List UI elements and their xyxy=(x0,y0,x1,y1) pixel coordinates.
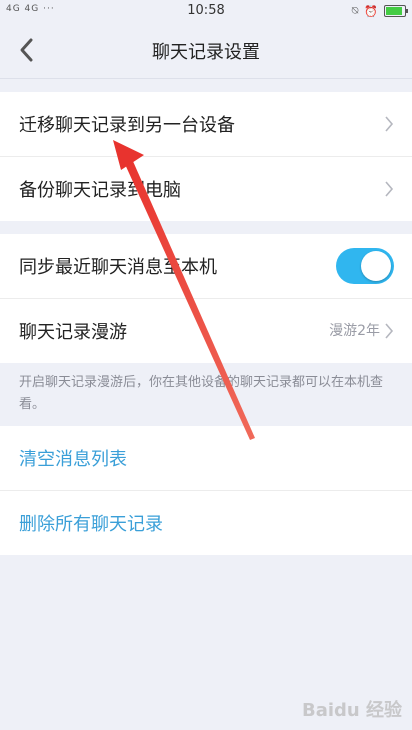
roaming-label: 聊天记录漫游 xyxy=(19,322,127,343)
clear-message-list-item[interactable]: 清空消息列表 xyxy=(0,426,412,491)
page-title: 聊天记录设置 xyxy=(152,42,260,63)
alarm-icon: ⏰ xyxy=(364,4,378,18)
clock: 10:58 xyxy=(187,3,225,18)
battery-icon xyxy=(384,5,408,17)
backup-label: 备份聊天记录到电脑 xyxy=(19,180,181,201)
delete-all-history-item[interactable]: 删除所有聊天记录 xyxy=(0,491,412,555)
toggle-knob xyxy=(361,251,391,281)
sync-recent-messages-item: 同步最近聊天消息至本机 xyxy=(0,234,412,299)
chevron-right-icon xyxy=(385,181,394,197)
clear-label: 清空消息列表 xyxy=(19,449,127,470)
sync-label: 同步最近聊天消息至本机 xyxy=(19,257,217,278)
clear-group: 清空消息列表 删除所有聊天记录 xyxy=(0,426,412,555)
migrate-label: 迁移聊天记录到另一台设备 xyxy=(19,115,235,136)
roaming-description: 开启聊天记录漫游后，你在其他设备的聊天记录都可以在本机查看。 xyxy=(19,375,384,412)
status-bar: 4G 4G ··· 10:58 ⍉ ⏰ xyxy=(0,0,412,22)
migration-group: 迁移聊天记录到另一台设备 备份聊天记录到电脑 xyxy=(0,92,412,221)
chevron-right-icon xyxy=(385,323,394,339)
status-icons: ⍉ ⏰ xyxy=(351,4,408,18)
watermark-logo: Baidu 经验 xyxy=(301,700,402,721)
sync-group: 同步最近聊天消息至本机 聊天记录漫游 漫游2年 xyxy=(0,234,412,363)
backup-to-pc-item[interactable]: 备份聊天记录到电脑 xyxy=(0,157,412,221)
sync-toggle[interactable] xyxy=(336,248,394,284)
migrate-chat-history-item[interactable]: 迁移聊天记录到另一台设备 xyxy=(0,92,412,157)
roaming-value: 漫游2年 xyxy=(329,323,380,339)
mute-icon: ⍉ xyxy=(351,4,359,17)
navigation-bar: 聊天记录设置 xyxy=(0,22,412,79)
chevron-right-icon xyxy=(385,116,394,132)
delete-label: 删除所有聊天记录 xyxy=(19,514,163,535)
chat-roaming-item[interactable]: 聊天记录漫游 漫游2年 xyxy=(0,299,412,363)
